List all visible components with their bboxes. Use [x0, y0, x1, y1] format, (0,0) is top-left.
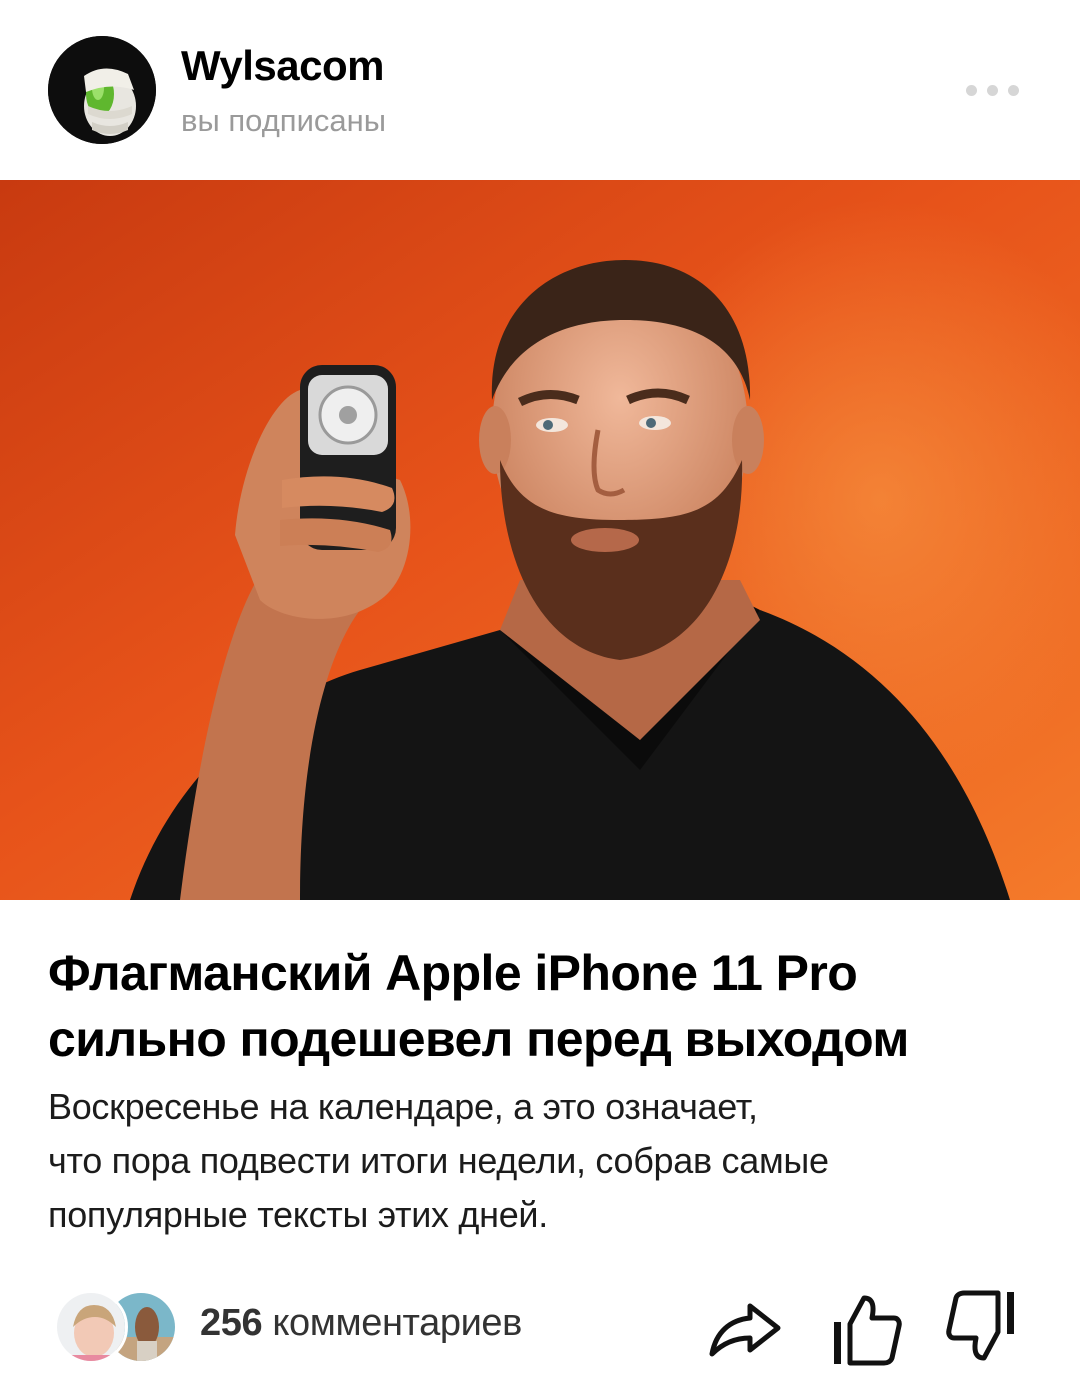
comments-count[interactable]: 256 комментариев — [200, 1302, 522, 1345]
subscription-status: вы подписаны — [181, 103, 387, 138]
title-line: Флагманский Apple iPhone 11 Pro — [48, 945, 858, 1001]
avatar — [54, 1290, 128, 1364]
channel-avatar[interactable] — [48, 36, 156, 144]
thumbs-down-icon[interactable] — [944, 1288, 1024, 1368]
article-title[interactable]: Флагманский Apple iPhone 11 Pro сильно п… — [48, 940, 1038, 1072]
article-image[interactable] — [0, 180, 1080, 900]
avatar-image — [48, 36, 156, 144]
snippet-line: популярные тексты этих дней. — [48, 1194, 548, 1235]
hero-photo — [0, 180, 1080, 900]
article-snippet[interactable]: Воскресенье на календаре, а это означает… — [48, 1080, 1038, 1242]
channel-name[interactable]: Wylsacom — [181, 42, 385, 90]
article-footer: 256 комментариев — [0, 1280, 1080, 1380]
share-icon[interactable] — [704, 1288, 784, 1368]
comments-number: 256 — [200, 1302, 263, 1344]
snippet-line: Воскресенье на календаре, а это означает… — [48, 1086, 758, 1127]
article-card[interactable]: Wylsacom вы подписаны Флагманский Apple … — [0, 0, 1080, 1398]
comments-label: комментариев — [272, 1302, 522, 1344]
channel-header: Wylsacom вы подписаны — [0, 0, 1080, 180]
snippet-line: что пора подвести итоги недели, собрав с… — [48, 1140, 829, 1181]
title-line: сильно подешевел перед выходом — [48, 1011, 909, 1067]
commenter-avatars[interactable] — [54, 1290, 178, 1364]
thumbs-up-icon[interactable] — [824, 1288, 904, 1368]
more-dots-icon[interactable] — [954, 74, 1030, 106]
